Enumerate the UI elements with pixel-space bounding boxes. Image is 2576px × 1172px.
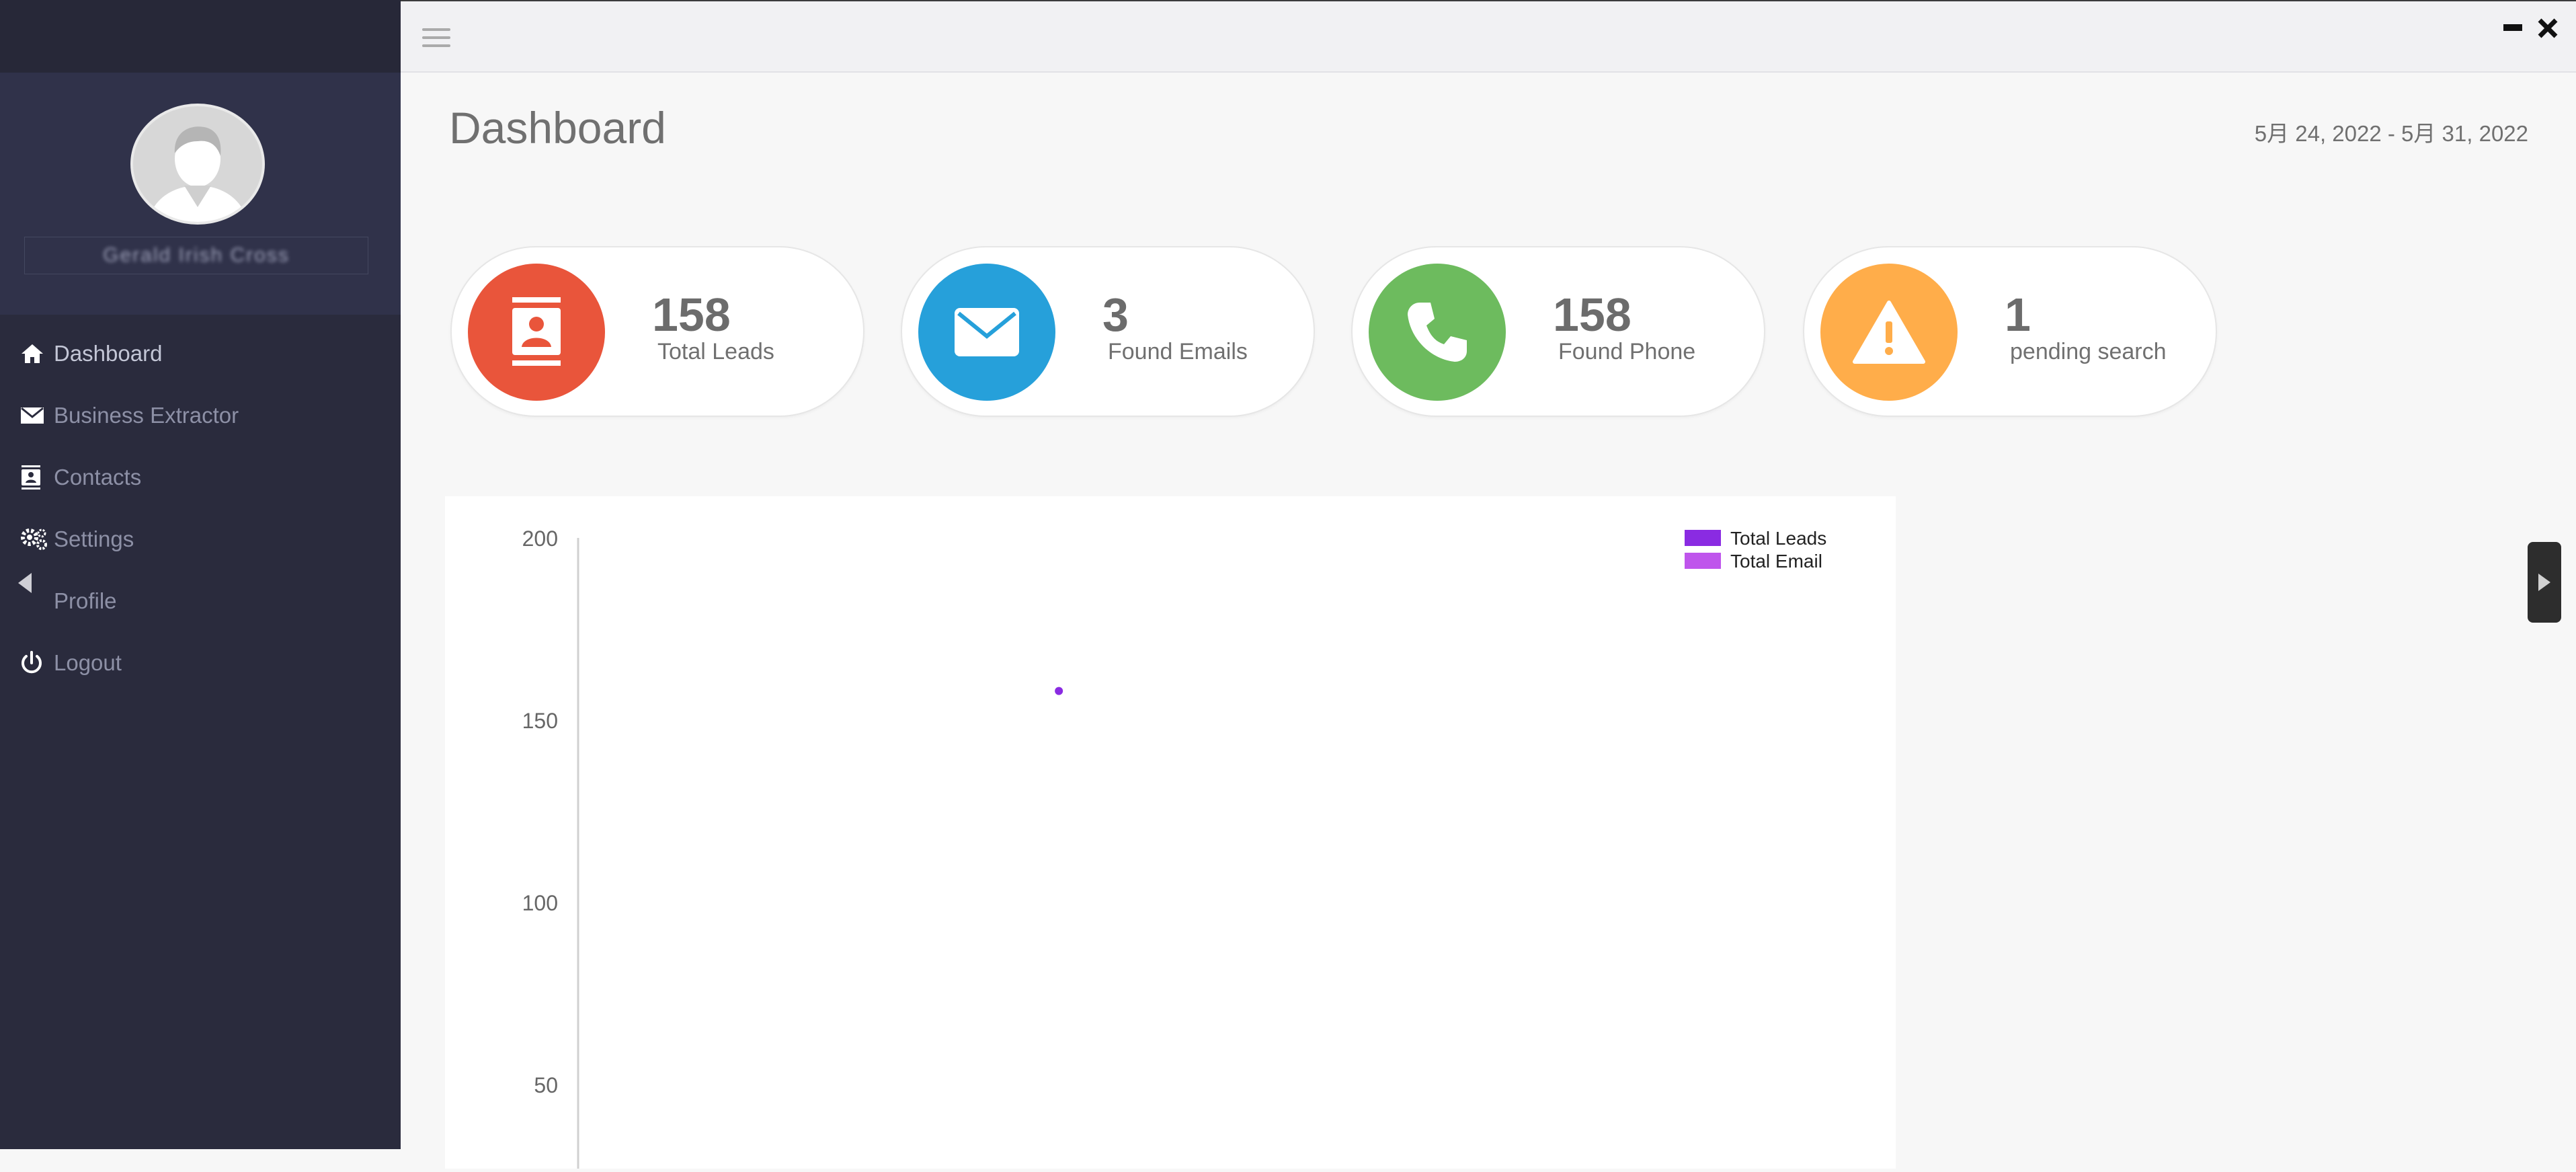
stat-label: Total Leads bbox=[657, 339, 774, 364]
sidebar-item-label: Dashboard bbox=[54, 341, 163, 366]
data-point[interactable] bbox=[1055, 687, 1063, 695]
side-panel-toggle[interactable] bbox=[2528, 542, 2561, 623]
legend-swatch bbox=[1685, 530, 1721, 546]
sidebar-item-dashboard[interactable]: Dashboard bbox=[0, 323, 401, 385]
sidebar-collapse-button[interactable] bbox=[13, 566, 36, 600]
sidebar-item-label: Settings bbox=[54, 526, 134, 551]
phone-icon bbox=[1369, 264, 1506, 401]
warning-icon bbox=[1820, 264, 1958, 401]
gears-icon bbox=[20, 528, 54, 551]
stat-card-found-phone: 158 Found Phone bbox=[1351, 246, 1765, 417]
y-tick-label: 50 bbox=[534, 1073, 558, 1097]
y-tick-label: 200 bbox=[522, 526, 558, 551]
sidebar-item-label: Logout bbox=[54, 650, 122, 675]
y-tick-label: 150 bbox=[522, 709, 558, 733]
sidebar-item-label: Profile bbox=[54, 588, 117, 613]
sidebar: Gerald Irish Cross Dashboard Business Ex… bbox=[0, 0, 401, 1149]
stat-label: Found Phone bbox=[1558, 339, 1696, 364]
close-icon bbox=[2538, 18, 2558, 38]
date-range-picker[interactable]: 5月 24, 2022 - 5月 31, 2022 bbox=[2255, 116, 2528, 148]
user-name: Gerald Irish Cross bbox=[103, 244, 290, 266]
sidebar-item-settings[interactable]: Settings bbox=[0, 508, 401, 570]
stat-card-pending-search: 1 pending search bbox=[1803, 246, 2217, 417]
contact-card-icon bbox=[20, 465, 54, 490]
sidebar-item-label: Contacts bbox=[54, 465, 142, 490]
top-bar bbox=[401, 0, 2576, 73]
stat-label: pending search bbox=[2010, 339, 2167, 364]
envelope-icon bbox=[918, 264, 1055, 401]
stat-value: 3 bbox=[1102, 288, 1129, 341]
stat-card-found-emails: 3 Found Emails bbox=[901, 246, 1315, 417]
legend-label: Total Email bbox=[1730, 551, 1822, 572]
minimize-button[interactable] bbox=[2503, 24, 2522, 31]
stat-label: Found Emails bbox=[1108, 339, 1248, 364]
stat-value: 158 bbox=[1553, 288, 1632, 341]
sidebar-item-contacts[interactable]: Contacts bbox=[0, 446, 401, 508]
stat-value: 1 bbox=[2005, 288, 2031, 341]
power-icon bbox=[20, 651, 54, 675]
sidebar-item-logout[interactable]: Logout bbox=[0, 632, 401, 694]
sidebar-item-business-extractor[interactable]: Business Extractor bbox=[0, 385, 401, 446]
sidebar-header bbox=[0, 0, 401, 73]
home-icon bbox=[20, 343, 54, 364]
user-name-box: Gerald Irish Cross bbox=[24, 237, 368, 274]
y-tick-label: 100 bbox=[522, 891, 558, 915]
leads-chart: 200 150 100 50 Total LeadsTotal Email bbox=[522, 526, 1826, 1169]
sidebar-item-label: Business Extractor bbox=[54, 403, 239, 428]
stat-value: 158 bbox=[652, 288, 731, 341]
caret-left-icon bbox=[18, 573, 32, 593]
stat-card-total-leads: 158 Total Leads bbox=[450, 246, 864, 417]
close-button[interactable] bbox=[2536, 16, 2560, 40]
sidebar-item-profile[interactable]: Profile bbox=[0, 570, 401, 632]
menu-toggle-icon[interactable] bbox=[422, 28, 450, 50]
avatar bbox=[130, 104, 265, 225]
envelope-icon bbox=[20, 407, 54, 424]
page-title: Dashboard bbox=[449, 103, 666, 153]
profile-block: Gerald Irish Cross bbox=[0, 73, 401, 315]
sidebar-nav: Dashboard Business Extractor Contacts Se… bbox=[0, 323, 401, 694]
legend-label: Total Leads bbox=[1730, 528, 1826, 549]
caret-right-icon bbox=[2538, 574, 2550, 591]
leads-chart-panel: 200 150 100 50 Total Leads Total Email bbox=[445, 496, 1896, 1169]
legend-swatch bbox=[1685, 553, 1721, 569]
contact-card-icon bbox=[468, 264, 605, 401]
